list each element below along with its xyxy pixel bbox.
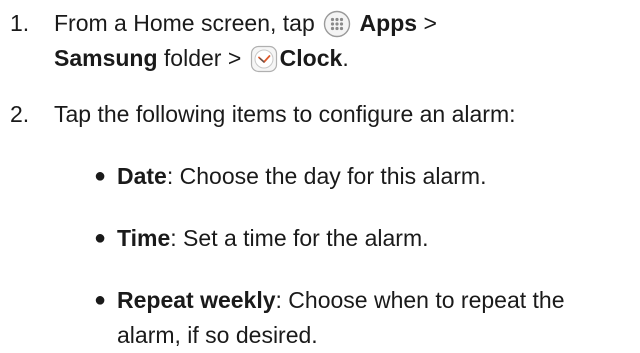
bullet-description: : Choose the day for this alarm. xyxy=(166,163,487,189)
step-1-intro: From a Home screen, tap xyxy=(54,10,315,36)
bullet-term: Repeat weekly xyxy=(117,287,276,313)
step-2-number: 2. xyxy=(10,101,30,127)
apps-grid-icon xyxy=(323,10,351,38)
bullet-marker: ● xyxy=(94,227,107,249)
path-separator: > xyxy=(423,10,437,36)
step-1-text: From a Home screen, tap Apps > Samsung f… xyxy=(54,6,634,76)
step-2-text: Tap the following items to configure an … xyxy=(54,101,516,127)
bullet-term: Date xyxy=(117,163,167,189)
samsung-folder-label: Samsung xyxy=(54,45,158,71)
bullet-description-continued: alarm, if so desired. xyxy=(117,322,318,348)
bullet-description: : Choose when to repeat the xyxy=(275,287,565,313)
bullet-marker: ● xyxy=(94,289,107,311)
clock-label: Clock xyxy=(279,45,343,71)
bullet-term: Time xyxy=(117,225,171,251)
clock-icon xyxy=(250,45,277,73)
step-1-number: 1. xyxy=(10,10,30,36)
bullet-description: : Set a time for the alarm. xyxy=(170,225,429,251)
apps-label: Apps xyxy=(359,10,418,36)
step-1-period: . xyxy=(342,45,349,71)
bullet-marker: ● xyxy=(94,165,107,187)
folder-suffix: folder > xyxy=(163,45,242,71)
